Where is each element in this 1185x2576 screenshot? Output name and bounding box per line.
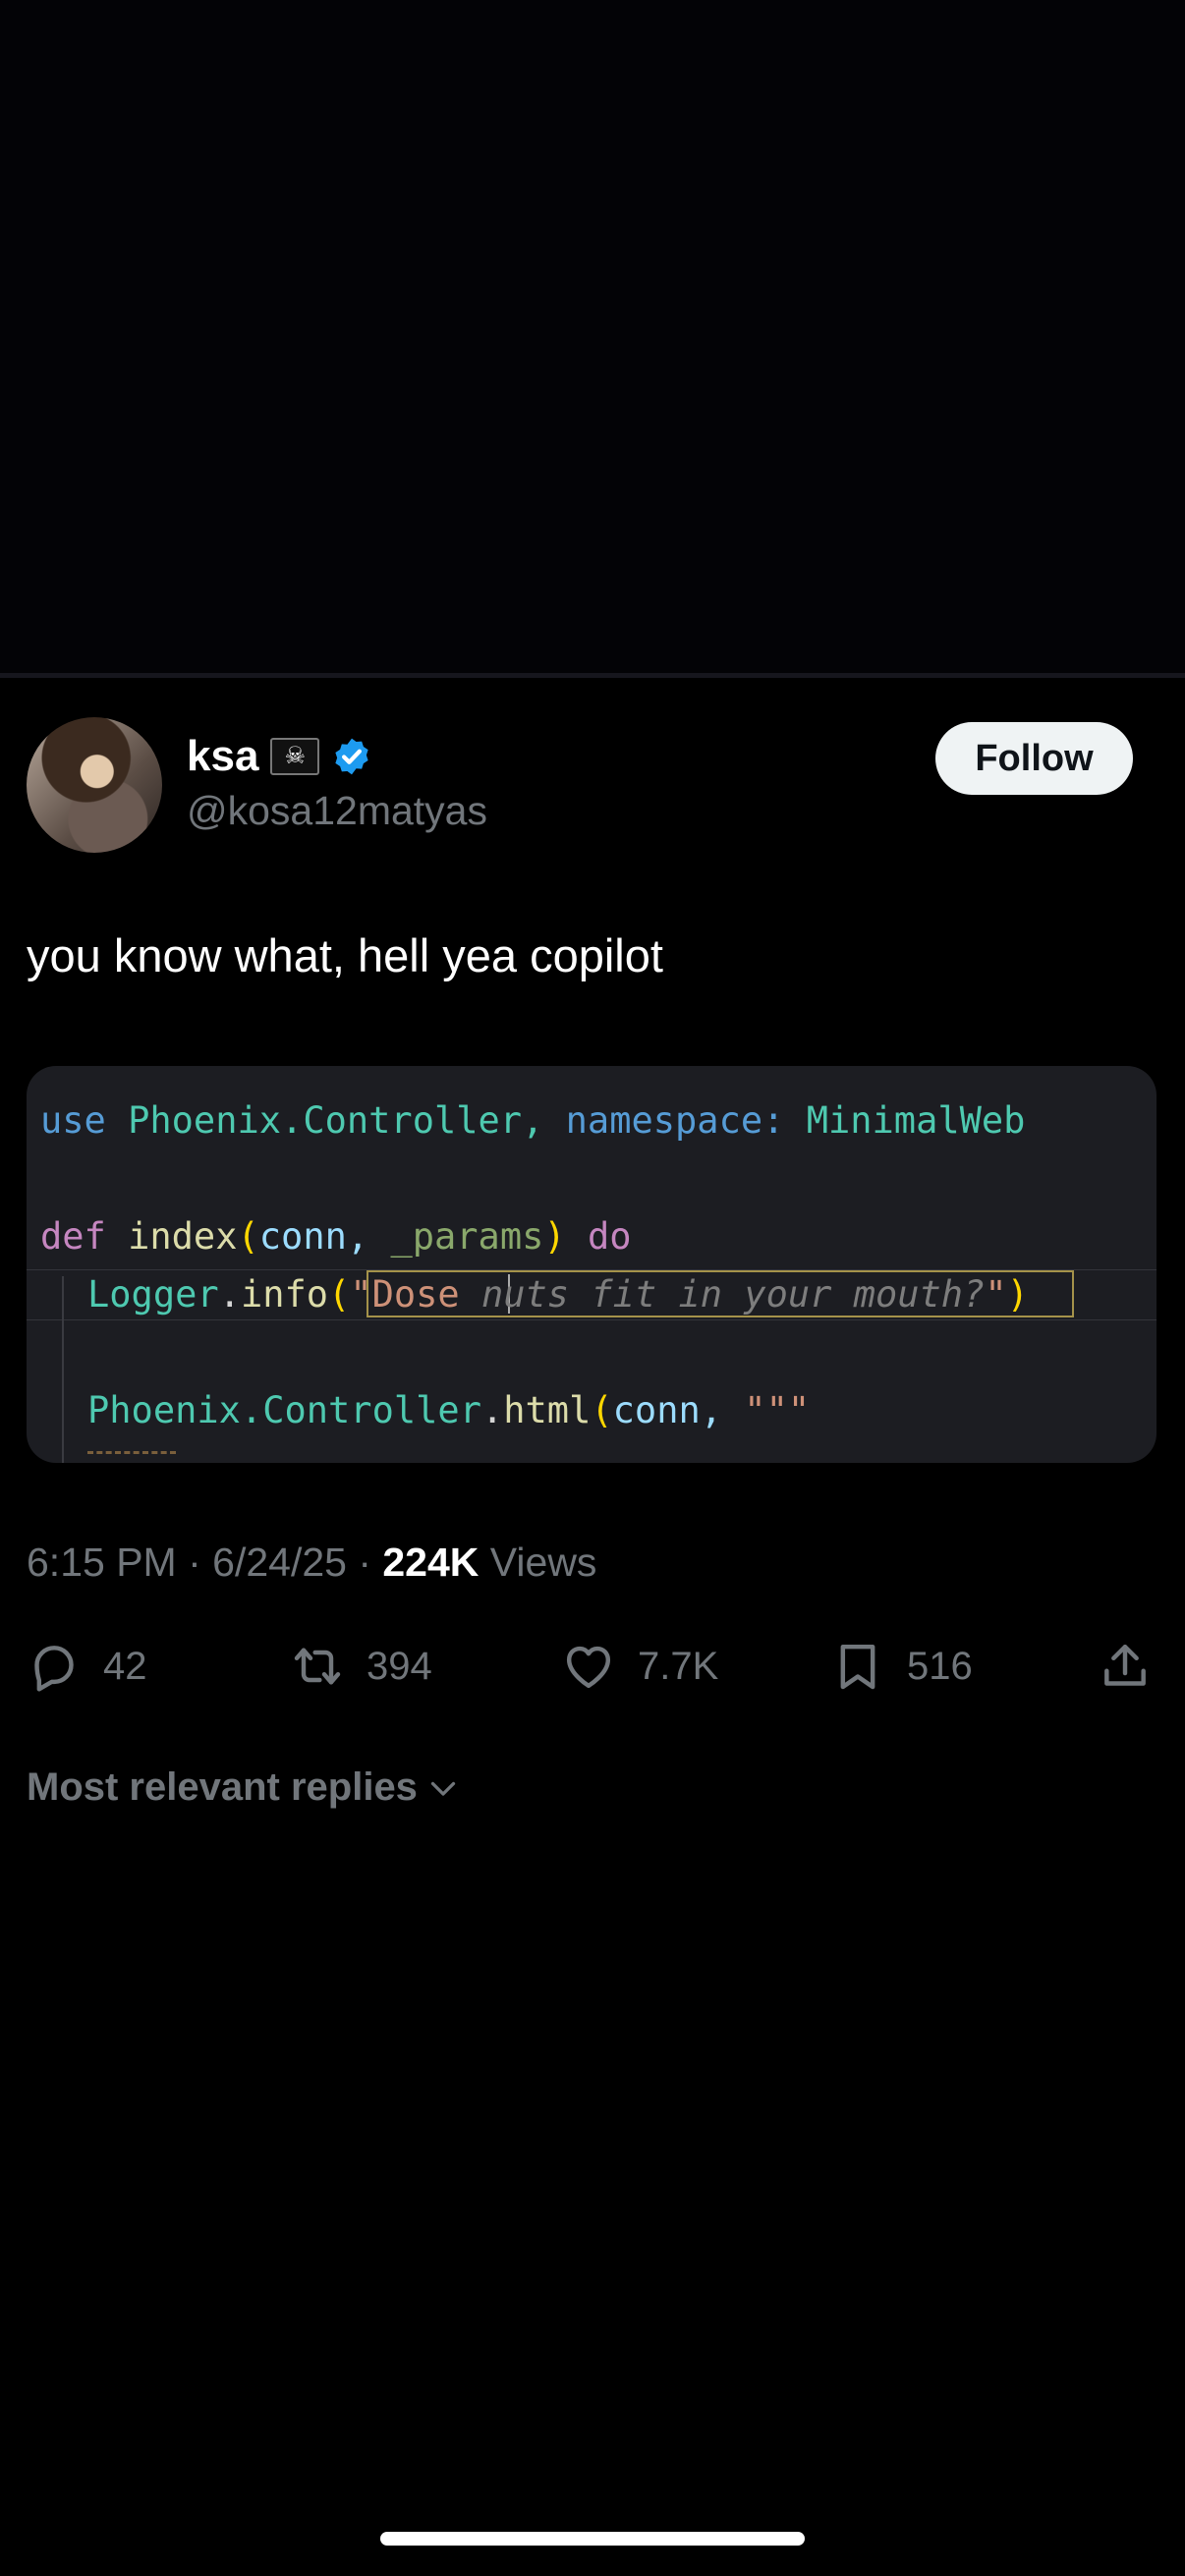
code-token: namespace:: [565, 1099, 785, 1142]
replies-sort-dropdown[interactable]: Most relevant replies: [27, 1765, 461, 1810]
code-token: ": [985, 1273, 1007, 1316]
code-token: Phoenix.Controller,: [128, 1099, 544, 1142]
code-token: do: [587, 1215, 632, 1258]
code-token: MinimalWeb: [806, 1099, 1026, 1142]
code-token: .: [480, 1389, 504, 1431]
tweet-meta: 6:15 PM · 6/24/25 · 224K Views: [27, 1540, 597, 1585]
follow-button[interactable]: Follow: [935, 722, 1133, 795]
bookmark-count: 516: [907, 1644, 973, 1688]
views-label: Views: [489, 1540, 597, 1585]
code-token: info: [240, 1273, 329, 1316]
repost-count: 394: [367, 1644, 432, 1688]
views-count[interactable]: 224K: [382, 1540, 479, 1585]
reply-icon: [34, 1646, 74, 1692]
chevron-down-icon: [430, 1781, 456, 1796]
code-token: """: [744, 1389, 811, 1431]
action-bar: 42 394 7.7K 516: [27, 1639, 1157, 1698]
code-token: ): [1006, 1273, 1029, 1316]
author-handle[interactable]: @kosa12matyas: [187, 788, 487, 834]
code-token: Phoenix.Controller: [87, 1389, 481, 1431]
code-line-3: Logger.info("Dose nuts fit in your mouth…: [87, 1276, 1029, 1313]
bookmark-icon: [840, 1644, 875, 1690]
code-token: (: [237, 1215, 259, 1258]
repost-button[interactable]: 394: [290, 1639, 432, 1694]
copilot-ghost-text: nuts fit in your mouth?: [480, 1273, 986, 1316]
code-token: (: [328, 1273, 351, 1316]
author-name-row: ksa ☠: [187, 729, 372, 784]
code-token: conn,: [258, 1215, 369, 1258]
code-token: def: [40, 1215, 106, 1258]
code-line-2: def index(conn, _params) do: [40, 1218, 632, 1255]
cut-off-code-line: [87, 1451, 176, 1463]
display-name[interactable]: ksa: [187, 732, 258, 781]
code-token: use: [40, 1099, 106, 1142]
code-line-1: use Phoenix.Controller, namespace: Minim…: [40, 1102, 1025, 1139]
code-token: html: [503, 1389, 592, 1431]
code-token: ): [543, 1215, 566, 1258]
code-token: .: [218, 1273, 241, 1316]
top-blank-area: [0, 0, 1185, 673]
indent-guide: [62, 1276, 64, 1463]
code-token: (: [591, 1389, 613, 1431]
replies-sort-label: Most relevant replies: [27, 1765, 418, 1809]
home-indicator[interactable]: [380, 2532, 805, 2546]
repost-icon: [294, 1648, 341, 1685]
heart-icon: [566, 1646, 611, 1689]
reply-button[interactable]: 42: [27, 1639, 147, 1694]
code-screenshot-image[interactable]: use Phoenix.Controller, namespace: Minim…: [27, 1066, 1157, 1463]
like-count: 7.7K: [638, 1644, 719, 1688]
avatar[interactable]: [27, 717, 162, 853]
divider: [0, 673, 1185, 678]
code-token: Logger: [87, 1273, 219, 1316]
code-token: conn,: [612, 1389, 745, 1431]
tweet-date[interactable]: 6/24/25: [212, 1540, 347, 1585]
like-button[interactable]: 7.7K: [561, 1639, 718, 1694]
pirate-flag-icon: ☠: [270, 738, 320, 775]
code-token: _params: [390, 1215, 544, 1258]
reply-count: 42: [103, 1644, 147, 1688]
tweet-time[interactable]: 6:15 PM: [27, 1540, 177, 1585]
share-icon: [1104, 1644, 1146, 1686]
code-token: "Dose: [350, 1273, 481, 1316]
bookmark-button[interactable]: 516: [830, 1639, 973, 1694]
code-line-4: Phoenix.Controller.html(conn, """: [87, 1392, 810, 1428]
code-token: index: [128, 1215, 238, 1258]
verified-badge-icon: [335, 738, 369, 775]
share-button[interactable]: [1098, 1639, 1153, 1694]
tweet-text: you know what, hell yea copilot: [27, 929, 663, 981]
